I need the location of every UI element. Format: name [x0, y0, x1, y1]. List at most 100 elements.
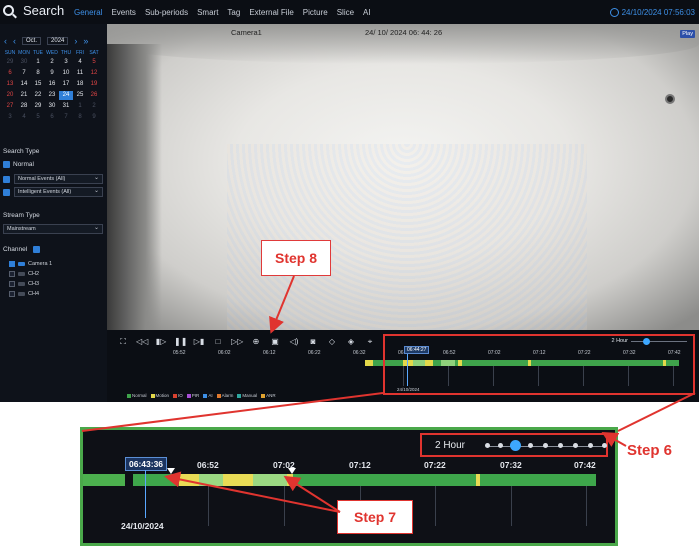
calendar-month[interactable]: Oct. [22, 37, 42, 45]
zoom-in-icon[interactable]: ⊕ [250, 337, 262, 347]
calendar-day[interactable]: 1 [31, 58, 45, 67]
zoom-step-dot[interactable] [485, 443, 490, 448]
zoomed-cursor-time[interactable]: 06:43:36 [125, 457, 168, 471]
step-frame-icon[interactable]: ▷▮ [193, 337, 205, 347]
calendar-day[interactable]: 2 [45, 58, 59, 67]
zoom-step-dot[interactable] [602, 443, 607, 448]
channel-item-ch3[interactable]: CH3 [9, 281, 39, 287]
zoomed-cursor-line[interactable] [145, 470, 146, 518]
calendar-day[interactable]: 29 [3, 58, 17, 67]
calendar-day[interactable]: 27 [3, 102, 17, 111]
calendar-day[interactable]: 21 [17, 91, 31, 100]
zoom-step-dot[interactable] [528, 443, 533, 448]
normal-checkbox[interactable] [3, 161, 10, 168]
calendar-day[interactable]: 16 [45, 80, 59, 89]
zoom-step-dot[interactable] [543, 443, 548, 448]
calendar-day[interactable]: 5 [31, 113, 45, 122]
calendar-day[interactable]: 7 [17, 69, 31, 78]
normal-option[interactable]: Normal [3, 161, 34, 168]
calendar-day[interactable]: 30 [45, 102, 59, 111]
calendar-day[interactable]: 6 [45, 113, 59, 122]
calendar-day[interactable]: 7 [59, 113, 73, 122]
tab-ai[interactable]: AI [363, 8, 371, 17]
next-month-icon[interactable]: › [74, 36, 77, 46]
calendar-day[interactable]: 9 [87, 113, 101, 122]
ch4-checkbox[interactable] [9, 291, 15, 297]
ch3-checkbox[interactable] [9, 281, 15, 287]
tab-picture[interactable]: Picture [303, 8, 328, 17]
zoom-step-dot[interactable] [558, 443, 563, 448]
channel-item-camera1[interactable]: Camera 1 [9, 261, 52, 267]
calendar-day[interactable]: 2 [87, 102, 101, 111]
channel-item-ch2[interactable]: CH2 [9, 271, 39, 277]
volume-icon[interactable]: ◁) [288, 337, 300, 347]
fullscreen-icon[interactable]: ⛶ [117, 337, 129, 347]
intelligent-events-checkbox[interactable] [3, 189, 10, 196]
calendar-day[interactable]: 25 [73, 91, 87, 100]
calendar-day[interactable]: 8 [73, 113, 87, 122]
tab-smart[interactable]: Smart [197, 8, 218, 17]
stop-icon[interactable]: □ [212, 337, 224, 347]
calendar-day[interactable]: 18 [73, 80, 87, 89]
zoom-step-dot[interactable] [588, 443, 593, 448]
calendar-day[interactable]: 1 [73, 102, 87, 111]
calendar-day[interactable]: 12 [87, 69, 101, 78]
calendar-day[interactable]: 29 [31, 102, 45, 111]
calendar-day[interactable]: 3 [3, 113, 17, 122]
tab-general[interactable]: General [74, 8, 102, 17]
play-button[interactable]: Play [680, 30, 695, 38]
zoomed-zoom-knob[interactable] [510, 440, 521, 451]
zoom-step-dot[interactable] [498, 443, 503, 448]
camera1-checkbox[interactable] [9, 261, 15, 267]
tag-icon[interactable]: ◇ [326, 337, 338, 347]
ai-search-icon[interactable]: ⌖ [364, 337, 376, 347]
edit-tag-icon[interactable]: ◈ [345, 337, 357, 347]
calendar-day[interactable]: 30 [17, 58, 31, 67]
calendar-day[interactable]: 24 [59, 91, 73, 100]
calendar-day[interactable]: 4 [17, 113, 31, 122]
calendar-day[interactable]: 9 [45, 69, 59, 78]
calendar-day[interactable]: 20 [3, 91, 17, 100]
prev-month-icon[interactable]: ‹ [13, 36, 16, 46]
calendar-day[interactable]: 14 [17, 80, 31, 89]
zoomed-recording-bar[interactable] [133, 474, 596, 486]
fast-forward-icon[interactable]: ▷▷ [231, 337, 243, 347]
calendar-day[interactable]: 10 [59, 69, 73, 78]
normal-events-select[interactable]: Normal Events (All) [14, 174, 103, 184]
calendar-day[interactable]: 5 [87, 58, 101, 67]
save-clip-icon[interactable]: ▣ [269, 337, 281, 347]
tab-external-file[interactable]: External File [249, 8, 293, 17]
calendar-day[interactable]: 23 [45, 91, 59, 100]
tab-tag[interactable]: Tag [227, 8, 240, 17]
calendar-day[interactable]: 4 [73, 58, 87, 67]
calendar-day[interactable]: 3 [59, 58, 73, 67]
calendar-day[interactable]: 22 [31, 91, 45, 100]
pause-icon[interactable]: ❚❚ [174, 337, 187, 347]
video-playback-area[interactable]: Camera1 24/ 10/ 2024 06: 44: 26 Play [107, 24, 699, 330]
stream-type-select[interactable]: Mainstream [3, 224, 103, 234]
calendar-day[interactable]: 15 [31, 80, 45, 89]
calendar-day[interactable]: 19 [87, 80, 101, 89]
tab-events[interactable]: Events [111, 8, 135, 17]
tab-slice[interactable]: Slice [337, 8, 354, 17]
snapshot-icon[interactable]: ◙ [307, 337, 319, 347]
slow-play-icon[interactable]: ▮▷ [155, 337, 167, 347]
channel-item-ch4[interactable]: CH4 [9, 291, 39, 297]
calendar-day[interactable]: 11 [73, 69, 87, 78]
calendar-day[interactable]: 17 [59, 80, 73, 89]
zoom-step-dot[interactable] [573, 443, 578, 448]
calendar-day[interactable]: 31 [59, 102, 73, 111]
normal-events-checkbox[interactable] [3, 176, 10, 183]
rewind-icon[interactable]: ◁◁ [136, 337, 148, 347]
calendar-day[interactable]: 13 [3, 80, 17, 89]
ch2-checkbox[interactable] [9, 271, 15, 277]
next-year-icon[interactable]: » [83, 36, 88, 46]
intelligent-events-select[interactable]: Intelligent Events (All) [14, 187, 103, 197]
calendar-year[interactable]: 2024 [47, 37, 69, 45]
calendar-day[interactable]: 8 [31, 69, 45, 78]
channel-all-checkbox[interactable] [33, 246, 41, 253]
calendar-day[interactable]: 26 [87, 91, 101, 100]
calendar-day[interactable]: 6 [3, 69, 17, 78]
tab-sub-periods[interactable]: Sub-periods [145, 8, 188, 17]
calendar-day[interactable]: 28 [17, 102, 31, 111]
